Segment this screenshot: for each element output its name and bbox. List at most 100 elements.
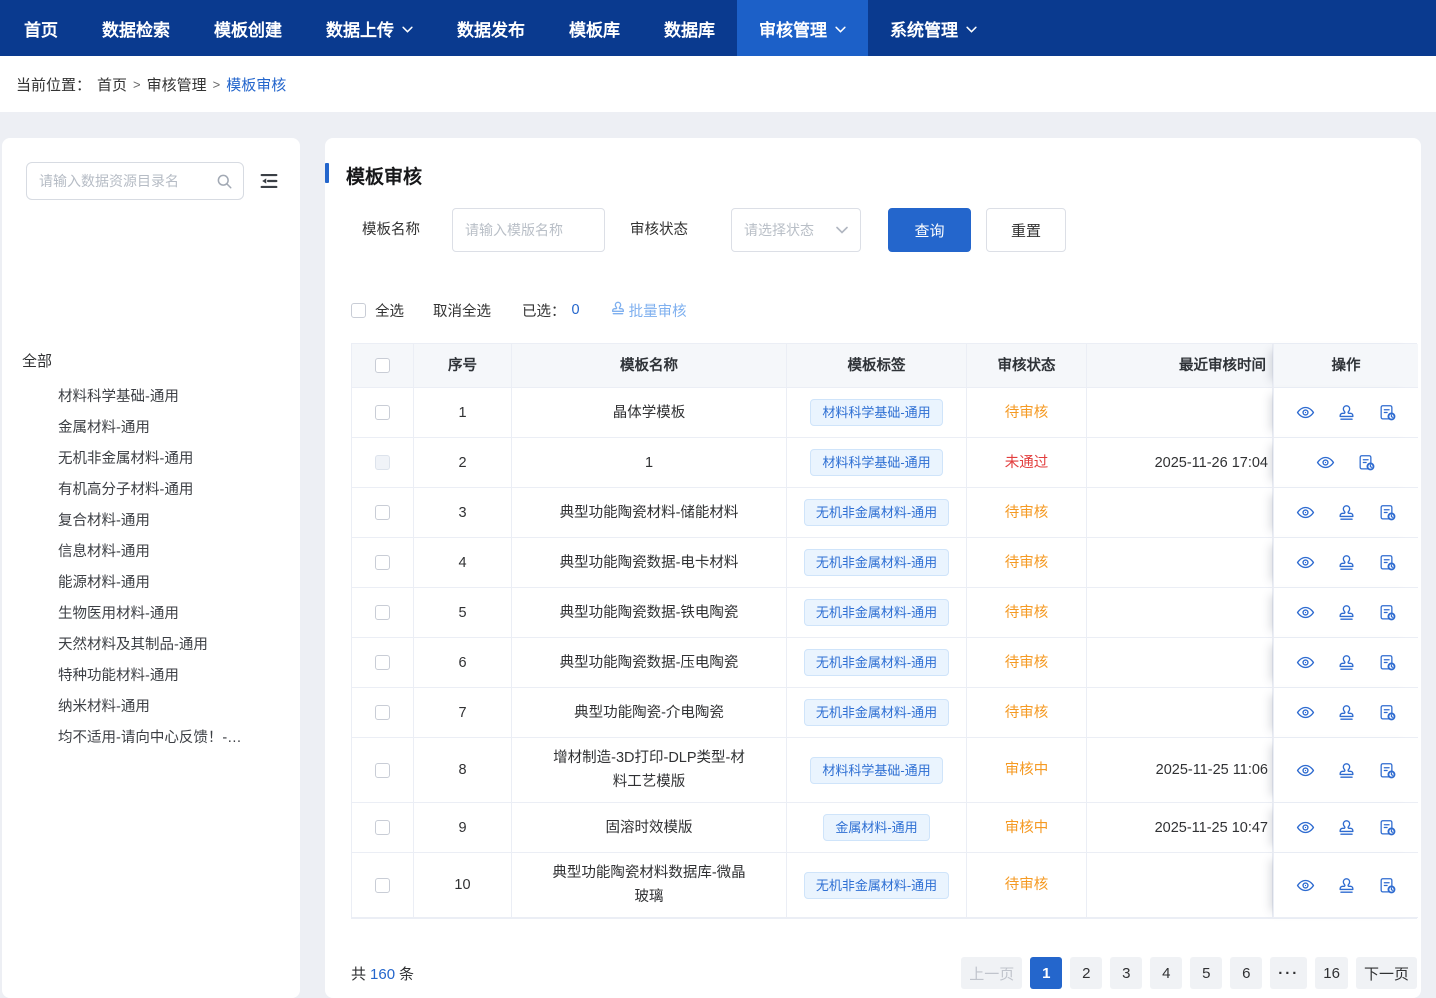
tree-node[interactable]: 无机非金属材料-通用 <box>58 444 242 475</box>
table-row: 3典型功能陶瓷材料-储能材料无机非金属材料-通用待审核 <box>352 488 1416 538</box>
review-stamp-icon[interactable] <box>1337 653 1356 672</box>
row-checkbox[interactable] <box>375 820 390 835</box>
table-row: 8增材制造-3D打印-DLP类型-材料工艺模版材料科学基础-通用审核中2025-… <box>352 738 1416 803</box>
nav-item-8[interactable]: 审核管理 <box>737 0 868 56</box>
more-pages-button[interactable]: ··· <box>1270 957 1307 989</box>
review-record-icon[interactable] <box>1378 403 1397 422</box>
view-icon[interactable] <box>1296 653 1315 672</box>
page-button-4[interactable]: 4 <box>1150 957 1182 989</box>
page-button-3[interactable]: 3 <box>1110 957 1142 989</box>
nav-item-3[interactable]: 模板创建 <box>192 0 304 56</box>
review-record-icon[interactable] <box>1357 453 1376 472</box>
breadcrumb: 当前位置： 首页>审核管理>模板审核 <box>16 56 286 112</box>
view-icon[interactable] <box>1296 503 1315 522</box>
review-stamp-icon[interactable] <box>1337 818 1356 837</box>
view-icon[interactable] <box>1316 453 1335 472</box>
tree-node[interactable]: 特种功能材料-通用 <box>58 661 242 692</box>
review-record-icon[interactable] <box>1378 553 1397 572</box>
row-checkbox[interactable] <box>375 405 390 420</box>
view-icon[interactable] <box>1296 876 1315 895</box>
review-record-icon[interactable] <box>1378 703 1397 722</box>
view-icon[interactable] <box>1296 818 1315 837</box>
prev-page-button[interactable]: 上一页 <box>961 957 1022 989</box>
breadcrumb-link[interactable]: 审核管理 <box>147 74 207 95</box>
review-record-icon[interactable] <box>1378 503 1397 522</box>
tree-node[interactable]: 有机高分子材料-通用 <box>58 475 242 506</box>
tree-node[interactable]: 均不适用-请向中心反馈！-… <box>58 723 242 754</box>
catalog-search-input[interactable] <box>27 163 243 199</box>
page-button-6[interactable]: 6 <box>1230 957 1262 989</box>
search-icon <box>215 172 233 195</box>
search-button[interactable]: 查询 <box>888 208 971 252</box>
review-stamp-icon[interactable] <box>1337 553 1356 572</box>
review-record-icon[interactable] <box>1378 653 1397 672</box>
tree-node[interactable]: 金属材料-通用 <box>58 413 242 444</box>
breadcrumb-prefix: 当前位置： <box>16 74 91 95</box>
tree-node[interactable]: 纳米材料-通用 <box>58 692 242 723</box>
review-stamp-icon[interactable] <box>1337 761 1356 780</box>
review-stamp-icon[interactable] <box>1337 876 1356 895</box>
view-icon[interactable] <box>1296 761 1315 780</box>
review-stamp-icon[interactable] <box>1337 503 1356 522</box>
page-button-16[interactable]: 16 <box>1315 957 1348 989</box>
review-record-icon[interactable] <box>1378 876 1397 895</box>
row-checkbox[interactable] <box>375 878 390 893</box>
tree-node[interactable]: 复合材料-通用 <box>58 506 242 537</box>
review-record-icon[interactable] <box>1378 603 1397 622</box>
selected-label: 已选： <box>522 300 566 321</box>
row-review-time <box>1087 588 1273 638</box>
row-template-name: 增材制造-3D打印-DLP类型-材料工艺模版 <box>512 738 787 803</box>
nav-item-1[interactable]: 首页 <box>2 0 80 56</box>
view-icon[interactable] <box>1296 553 1315 572</box>
row-checkbox[interactable] <box>375 655 390 670</box>
chevron-down-icon <box>966 18 977 38</box>
select-all-label[interactable]: 全选 <box>375 300 404 321</box>
review-stamp-icon[interactable] <box>1337 703 1356 722</box>
row-checkbox[interactable] <box>375 705 390 720</box>
view-icon[interactable] <box>1296 603 1315 622</box>
batch-review-button[interactable]: 批量审核 <box>610 300 687 321</box>
tree-node[interactable]: 材料科学基础-通用 <box>58 382 242 413</box>
row-status: 未通过 <box>967 438 1087 488</box>
row-actions <box>1273 538 1418 588</box>
row-checkbox-cell <box>352 638 414 688</box>
row-checkbox[interactable] <box>375 555 390 570</box>
nav-item-2[interactable]: 数据检索 <box>80 0 192 56</box>
review-stamp-icon[interactable] <box>1337 403 1356 422</box>
column-header: 模板名称 <box>512 344 787 388</box>
row-checkbox <box>375 455 390 470</box>
nav-item-6[interactable]: 模板库 <box>547 0 642 56</box>
tree-node[interactable]: 天然材料及其制品-通用 <box>58 630 242 661</box>
nav-item-7[interactable]: 数据库 <box>642 0 737 56</box>
header-checkbox[interactable] <box>375 358 390 373</box>
breadcrumb-link[interactable]: 首页 <box>97 74 127 95</box>
tree-node-all[interactable]: 全部 <box>22 350 52 371</box>
page-button-5[interactable]: 5 <box>1190 957 1222 989</box>
next-page-button[interactable]: 下一页 <box>1356 957 1417 989</box>
row-checkbox[interactable] <box>375 763 390 778</box>
cancel-select-all[interactable]: 取消全选 <box>433 300 491 321</box>
collapse-tree-icon[interactable] <box>258 170 280 192</box>
tree-node[interactable]: 信息材料-通用 <box>58 537 242 568</box>
template-tag: 材料科学基础-通用 <box>810 449 942 476</box>
select-all-checkbox[interactable] <box>351 303 366 318</box>
view-icon[interactable] <box>1296 403 1315 422</box>
review-status-select[interactable]: 请选择状态 <box>731 208 861 252</box>
template-name-input[interactable] <box>453 209 604 251</box>
filter-row: 模板名称 审核状态 请选择状态 查询 重置 <box>325 208 1421 252</box>
review-stamp-icon[interactable] <box>1337 603 1356 622</box>
tree-node[interactable]: 生物医用材料-通用 <box>58 599 242 630</box>
tree-node[interactable]: 能源材料-通用 <box>58 568 242 599</box>
reset-button[interactable]: 重置 <box>986 208 1066 252</box>
row-checkbox[interactable] <box>375 505 390 520</box>
nav-item-4[interactable]: 数据上传 <box>304 0 435 56</box>
row-checkbox[interactable] <box>375 605 390 620</box>
page-button-1[interactable]: 1 <box>1030 957 1062 989</box>
page-button-2[interactable]: 2 <box>1070 957 1102 989</box>
nav-item-5[interactable]: 数据发布 <box>435 0 547 56</box>
review-record-icon[interactable] <box>1378 761 1397 780</box>
view-icon[interactable] <box>1296 703 1315 722</box>
nav-item-9[interactable]: 系统管理 <box>868 0 999 56</box>
row-index: 2 <box>414 438 512 488</box>
review-record-icon[interactable] <box>1378 818 1397 837</box>
